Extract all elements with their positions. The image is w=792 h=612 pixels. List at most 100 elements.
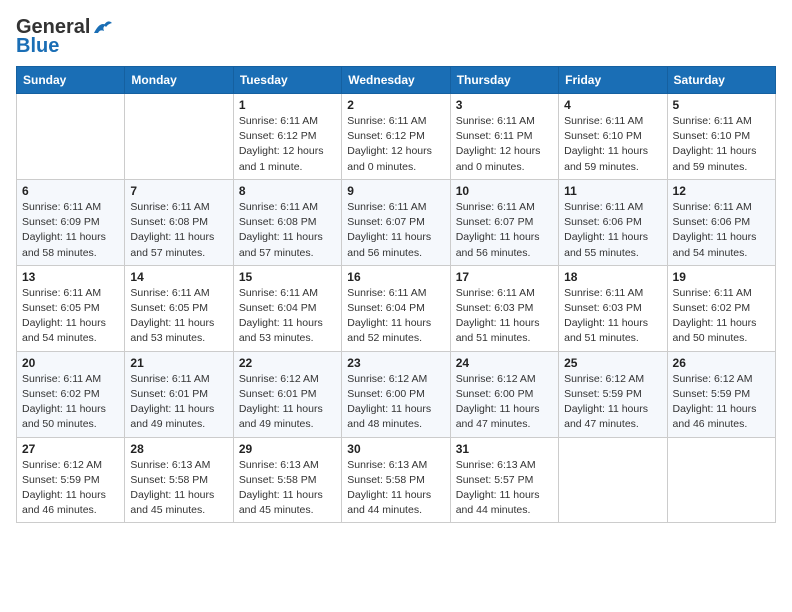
calendar-cell: 14 Sunrise: 6:11 AMSunset: 6:05 PMDayligh… — [125, 265, 233, 351]
day-info: Sunrise: 6:11 AMSunset: 6:07 PMDaylight:… — [456, 200, 553, 261]
calendar-cell: 31 Sunrise: 6:13 AMSunset: 5:57 PMDayligh… — [450, 437, 558, 523]
day-number: 24 — [456, 356, 553, 370]
day-info: Sunrise: 6:11 AMSunset: 6:04 PMDaylight:… — [347, 286, 444, 347]
day-info: Sunrise: 6:11 AMSunset: 6:12 PMDaylight:… — [239, 114, 336, 175]
page-header: General Blue — [16, 16, 776, 58]
day-number: 1 — [239, 98, 336, 112]
calendar-cell: 1 Sunrise: 6:11 AMSunset: 6:12 PMDaylight… — [233, 94, 341, 180]
calendar-week-3: 13Sunrise: 6:11 AMSunset: 6:05 PMDayligh… — [17, 265, 776, 351]
day-info: Sunrise: 6:11 AMSunset: 6:02 PMDaylight:… — [673, 286, 770, 347]
calendar-cell — [667, 437, 775, 523]
day-info: Sunrise: 6:11 AMSunset: 6:03 PMDaylight:… — [564, 286, 661, 347]
day-number: 6 — [22, 184, 119, 198]
calendar-header-friday: Friday — [559, 67, 667, 94]
calendar-cell: 29 Sunrise: 6:13 AMSunset: 5:58 PMDayligh… — [233, 437, 341, 523]
calendar-cell: 10 Sunrise: 6:11 AMSunset: 6:07 PMDayligh… — [450, 179, 558, 265]
calendar-header-monday: Monday — [125, 67, 233, 94]
day-number: 30 — [347, 442, 444, 456]
calendar-header-sunday: Sunday — [17, 67, 125, 94]
logo-blue: Blue — [16, 35, 59, 58]
day-info: Sunrise: 6:11 AMSunset: 6:03 PMDaylight:… — [456, 286, 553, 347]
calendar-cell: 9 Sunrise: 6:11 AMSunset: 6:07 PMDaylight… — [342, 179, 450, 265]
calendar-cell: 8Sunrise: 6:11 AMSunset: 6:08 PMDaylight… — [233, 179, 341, 265]
calendar-cell: 12 Sunrise: 6:11 AMSunset: 6:06 PMDayligh… — [667, 179, 775, 265]
day-number: 5 — [673, 98, 770, 112]
day-info: Sunrise: 6:11 AMSunset: 6:05 PMDaylight:… — [130, 286, 227, 347]
calendar-cell: 17Sunrise: 6:11 AMSunset: 6:03 PMDayligh… — [450, 265, 558, 351]
day-number: 11 — [564, 184, 661, 198]
calendar-cell: 21 Sunrise: 6:11 AMSunset: 6:01 PMDayligh… — [125, 351, 233, 437]
calendar-week-4: 20 Sunrise: 6:11 AMSunset: 6:02 PMDayligh… — [17, 351, 776, 437]
day-info: Sunrise: 6:12 AMSunset: 5:59 PMDaylight:… — [564, 372, 661, 433]
calendar-week-2: 6 Sunrise: 6:11 AMSunset: 6:09 PMDaylight… — [17, 179, 776, 265]
day-info: Sunrise: 6:13 AMSunset: 5:58 PMDaylight:… — [347, 458, 444, 519]
day-info: Sunrise: 6:11 AMSunset: 6:04 PMDaylight:… — [239, 286, 336, 347]
day-info: Sunrise: 6:11 AMSunset: 6:01 PMDaylight:… — [130, 372, 227, 433]
day-info: Sunrise: 6:11 AMSunset: 6:07 PMDaylight:… — [347, 200, 444, 261]
calendar-cell: 6 Sunrise: 6:11 AMSunset: 6:09 PMDaylight… — [17, 179, 125, 265]
calendar-cell: 20 Sunrise: 6:11 AMSunset: 6:02 PMDayligh… — [17, 351, 125, 437]
day-number: 15 — [239, 270, 336, 284]
calendar-cell: 19 Sunrise: 6:11 AMSunset: 6:02 PMDayligh… — [667, 265, 775, 351]
day-info: Sunrise: 6:12 AMSunset: 6:00 PMDaylight:… — [456, 372, 553, 433]
day-number: 14 — [130, 270, 227, 284]
day-number: 12 — [673, 184, 770, 198]
day-number: 7 — [130, 184, 227, 198]
day-info: Sunrise: 6:11 AMSunset: 6:10 PMDaylight:… — [564, 114, 661, 175]
day-number: 19 — [673, 270, 770, 284]
day-info: Sunrise: 6:13 AMSunset: 5:57 PMDaylight:… — [456, 458, 553, 519]
day-info: Sunrise: 6:12 AMSunset: 5:59 PMDaylight:… — [22, 458, 119, 519]
calendar-header-tuesday: Tuesday — [233, 67, 341, 94]
calendar-cell: 30 Sunrise: 6:13 AMSunset: 5:58 PMDayligh… — [342, 437, 450, 523]
day-info: Sunrise: 6:11 AMSunset: 6:12 PMDaylight:… — [347, 114, 444, 175]
calendar-header-thursday: Thursday — [450, 67, 558, 94]
day-number: 21 — [130, 356, 227, 370]
calendar-cell: 7Sunrise: 6:11 AMSunset: 6:08 PMDaylight… — [125, 179, 233, 265]
calendar-cell: 18 Sunrise: 6:11 AMSunset: 6:03 PMDayligh… — [559, 265, 667, 351]
calendar-cell — [559, 437, 667, 523]
calendar-cell: 4 Sunrise: 6:11 AMSunset: 6:10 PMDaylight… — [559, 94, 667, 180]
day-number: 10 — [456, 184, 553, 198]
calendar-week-5: 27 Sunrise: 6:12 AMSunset: 5:59 PMDayligh… — [17, 437, 776, 523]
calendar-cell: 5Sunrise: 6:11 AMSunset: 6:10 PMDaylight… — [667, 94, 775, 180]
day-number: 25 — [564, 356, 661, 370]
day-info: Sunrise: 6:11 AMSunset: 6:05 PMDaylight:… — [22, 286, 119, 347]
calendar-cell: 25 Sunrise: 6:12 AMSunset: 5:59 PMDayligh… — [559, 351, 667, 437]
day-info: Sunrise: 6:11 AMSunset: 6:06 PMDaylight:… — [564, 200, 661, 261]
day-number: 23 — [347, 356, 444, 370]
day-number: 20 — [22, 356, 119, 370]
day-info: Sunrise: 6:12 AMSunset: 5:59 PMDaylight:… — [673, 372, 770, 433]
day-info: Sunrise: 6:11 AMSunset: 6:09 PMDaylight:… — [22, 200, 119, 261]
calendar-cell: 22Sunrise: 6:12 AMSunset: 6:01 PMDayligh… — [233, 351, 341, 437]
calendar-cell: 3Sunrise: 6:11 AMSunset: 6:11 PMDaylight… — [450, 94, 558, 180]
calendar-cell — [17, 94, 125, 180]
calendar-cell: 26 Sunrise: 6:12 AMSunset: 5:59 PMDayligh… — [667, 351, 775, 437]
calendar-cell: 27 Sunrise: 6:12 AMSunset: 5:59 PMDayligh… — [17, 437, 125, 523]
day-number: 4 — [564, 98, 661, 112]
day-number: 8 — [239, 184, 336, 198]
day-number: 22 — [239, 356, 336, 370]
day-info: Sunrise: 6:12 AMSunset: 6:00 PMDaylight:… — [347, 372, 444, 433]
day-number: 28 — [130, 442, 227, 456]
day-info: Sunrise: 6:11 AMSunset: 6:11 PMDaylight:… — [456, 114, 553, 175]
calendar-cell: 16 Sunrise: 6:11 AMSunset: 6:04 PMDayligh… — [342, 265, 450, 351]
day-number: 9 — [347, 184, 444, 198]
day-number: 18 — [564, 270, 661, 284]
day-number: 26 — [673, 356, 770, 370]
day-number: 29 — [239, 442, 336, 456]
logo-bird-icon — [92, 19, 114, 37]
calendar-cell: 23 Sunrise: 6:12 AMSunset: 6:00 PMDayligh… — [342, 351, 450, 437]
day-number: 27 — [22, 442, 119, 456]
day-number: 16 — [347, 270, 444, 284]
day-info: Sunrise: 6:11 AMSunset: 6:02 PMDaylight:… — [22, 372, 119, 433]
calendar-cell — [125, 94, 233, 180]
calendar-body: 1 Sunrise: 6:11 AMSunset: 6:12 PMDaylight… — [17, 94, 776, 523]
day-info: Sunrise: 6:13 AMSunset: 5:58 PMDaylight:… — [239, 458, 336, 519]
logo: General Blue — [16, 16, 114, 58]
day-info: Sunrise: 6:13 AMSunset: 5:58 PMDaylight:… — [130, 458, 227, 519]
calendar-header-wednesday: Wednesday — [342, 67, 450, 94]
calendar-header-row: SundayMondayTuesdayWednesdayThursdayFrid… — [17, 67, 776, 94]
day-info: Sunrise: 6:11 AMSunset: 6:06 PMDaylight:… — [673, 200, 770, 261]
day-number: 2 — [347, 98, 444, 112]
day-number: 31 — [456, 442, 553, 456]
